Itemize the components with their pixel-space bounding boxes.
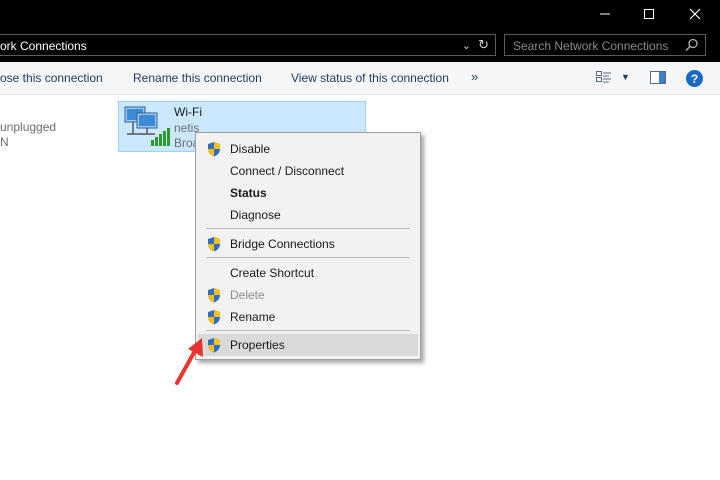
menu-item-status[interactable]: Status: [198, 182, 418, 204]
menu-item-bridge-connections[interactable]: Bridge Connections: [198, 233, 418, 255]
menu-item-disable[interactable]: Disable: [198, 138, 418, 160]
uac-shield-icon: [208, 288, 220, 303]
change-view-icon[interactable]: [596, 71, 612, 85]
menu-separator: [206, 330, 410, 331]
view-dropdown-icon[interactable]: ▼: [621, 72, 630, 82]
address-path: ork Connections: [0, 39, 87, 53]
minimize-icon: [600, 13, 610, 15]
close-window-button[interactable]: [672, 0, 718, 28]
menu-item-label: Properties: [230, 338, 285, 352]
menu-item-label: Status: [230, 186, 267, 200]
menu-item-label: Disable: [230, 142, 271, 156]
maximize-icon: [644, 9, 654, 19]
ethernet-device: N: [0, 135, 9, 149]
menu-item-rename[interactable]: Rename: [198, 306, 418, 328]
menu-item-create-shortcut[interactable]: Create Shortcut: [198, 262, 418, 284]
uac-shield-icon: [208, 310, 220, 325]
ethernet-connection-item[interactable]: unplugged N: [0, 120, 56, 150]
uac-shield-icon: [208, 237, 220, 252]
menu-item-label: Diagnose: [230, 208, 281, 222]
red-arrow-annotation-icon: [175, 338, 203, 385]
menu-item-delete: Delete: [198, 284, 418, 306]
menu-separator: [206, 257, 410, 258]
chevron-down-icon[interactable]: ⌄: [462, 39, 471, 52]
search-placeholder: Search Network Connections: [513, 39, 669, 53]
search-icon[interactable]: [685, 38, 699, 52]
wifi-name: Wi-Fi: [174, 105, 202, 119]
close-icon: [689, 8, 701, 20]
network-adapter-icon: [124, 106, 170, 146]
minimize-button[interactable]: [582, 0, 628, 28]
more-commands-button[interactable]: »: [471, 69, 478, 84]
view-status-button[interactable]: View status of this connection: [291, 71, 449, 85]
menu-item-label: Bridge Connections: [230, 237, 335, 251]
menu-separator: [206, 228, 410, 229]
menu-item-properties[interactable]: Properties: [198, 334, 418, 356]
menu-item-connect-disconnect[interactable]: Connect / Disconnect: [198, 160, 418, 182]
menu-item-label: Create Shortcut: [230, 266, 315, 280]
address-row: ork Connections ⌄ ↻ Search Network Conne…: [0, 28, 720, 62]
uac-shield-icon: [208, 338, 220, 353]
preview-pane-icon[interactable]: [650, 71, 666, 85]
maximize-button[interactable]: [626, 0, 672, 28]
context-menu: Disable Connect / Disconnect Status Diag…: [195, 132, 421, 360]
menu-item-label: Delete: [230, 288, 265, 302]
refresh-icon[interactable]: ↻: [478, 37, 489, 53]
ethernet-status: unplugged: [0, 120, 57, 134]
title-bar: [0, 0, 720, 28]
menu-item-label: Connect / Disconnect: [230, 164, 345, 178]
uac-shield-icon: [208, 142, 220, 157]
search-input[interactable]: Search Network Connections: [504, 34, 706, 56]
help-icon[interactable]: ?: [686, 70, 703, 87]
rename-connection-button[interactable]: Rename this connection: [133, 71, 262, 85]
command-bar: ose this connection Rename this connecti…: [0, 62, 720, 95]
menu-item-label: Rename: [230, 310, 276, 324]
address-bar[interactable]: ork Connections ⌄ ↻: [0, 34, 496, 56]
menu-item-diagnose[interactable]: Diagnose: [198, 204, 418, 226]
close-connection-button[interactable]: ose this connection: [0, 71, 103, 85]
